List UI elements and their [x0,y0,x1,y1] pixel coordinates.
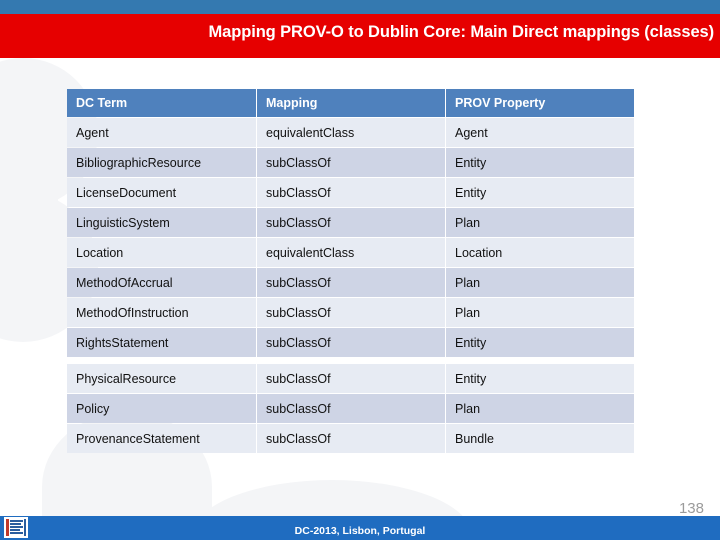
cell-dc-term: Agent [67,118,256,147]
cell-dc-term: LinguisticSystem [67,208,256,237]
column-header-mapping: Mapping [257,89,445,117]
cell-dc-term: LicenseDocument [67,178,256,207]
footer-text: DC-2013, Lisbon, Portugal [294,524,426,537]
cell-dc-term: Location [67,238,256,267]
cell-dc-term: MethodOfAccrual [67,268,256,297]
cell-mapping: subClassOf [257,394,445,423]
cell-mapping: subClassOf [257,364,445,393]
cell-prov-property: Entity [446,178,634,207]
page-title: Mapping PROV-O to Dublin Core: Main Dire… [208,23,715,41]
table-row: LinguisticSystem subClassOf Plan [67,208,634,237]
table-row: Agent equivalentClass Agent [67,118,634,147]
table-row: Policy subClassOf Plan [67,394,634,423]
table-row: MethodOfAccrual subClassOf Plan [67,268,634,297]
cell-prov-property: Plan [446,208,634,237]
cell-prov-property: Plan [446,394,634,423]
cell-prov-property: Agent [446,118,634,147]
cell-dc-term: MethodOfInstruction [67,298,256,327]
table-header-row: DC Term Mapping PROV Property [67,89,634,117]
cell-mapping: subClassOf [257,178,445,207]
table-row: ProvenanceStatement subClassOf Bundle [67,424,634,453]
cell-prov-property: Entity [446,148,634,177]
table-row: Location equivalentClass Location [67,238,634,267]
cell-prov-property: Entity [446,328,634,357]
cell-mapping: subClassOf [257,148,445,177]
column-header-dc-term: DC Term [67,89,256,117]
cell-prov-property: Bundle [446,424,634,453]
table-row: LicenseDocument subClassOf Entity [67,178,634,207]
cell-dc-term: PhysicalResource [67,364,256,393]
cell-prov-property: Plan [446,298,634,327]
cell-dc-term: ProvenanceStatement [67,424,256,453]
table-row: RightsStatement subClassOf Entity [67,328,634,357]
mapping-table: DC Term Mapping PROV Property Agent equiv… [66,88,635,454]
table-section-gap-cell [67,358,634,363]
decorative-bar [12,120,58,250]
cell-dc-term: BibliographicResource [67,148,256,177]
dublin-core-logo [4,517,28,538]
table-body: Agent equivalentClass Agent BibliographicRe… [67,118,634,453]
table-row: MethodOfInstruction subClassOf Plan [67,298,634,327]
page-number: 138 [678,500,704,517]
cell-mapping: equivalentClass [257,118,445,147]
table-row: PhysicalResource subClassOf Entity [67,364,634,393]
column-header-prov-property: PROV Property [446,89,634,117]
cell-mapping: subClassOf [257,268,445,297]
table-section-gap [67,358,634,363]
cell-mapping: subClassOf [257,298,445,327]
cell-prov-property: Location [446,238,634,267]
cell-mapping: subClassOf [257,424,445,453]
cell-prov-property: Entity [446,364,634,393]
cell-mapping: subClassOf [257,328,445,357]
mapping-table-container: DC Term Mapping PROV Property Agent equiv… [66,88,635,454]
cell-mapping: subClassOf [257,208,445,237]
slide: Mapping PROV-O to Dublin Core: Main Dire… [0,0,720,540]
table-header: DC Term Mapping PROV Property [67,89,634,117]
table-row: BibliographicResource subClassOf Entity [67,148,634,177]
cell-dc-term: RightsStatement [67,328,256,357]
top-accent-bar [0,0,720,14]
cell-prov-property: Plan [446,268,634,297]
cell-mapping: equivalentClass [257,238,445,267]
cell-dc-term: Policy [67,394,256,423]
